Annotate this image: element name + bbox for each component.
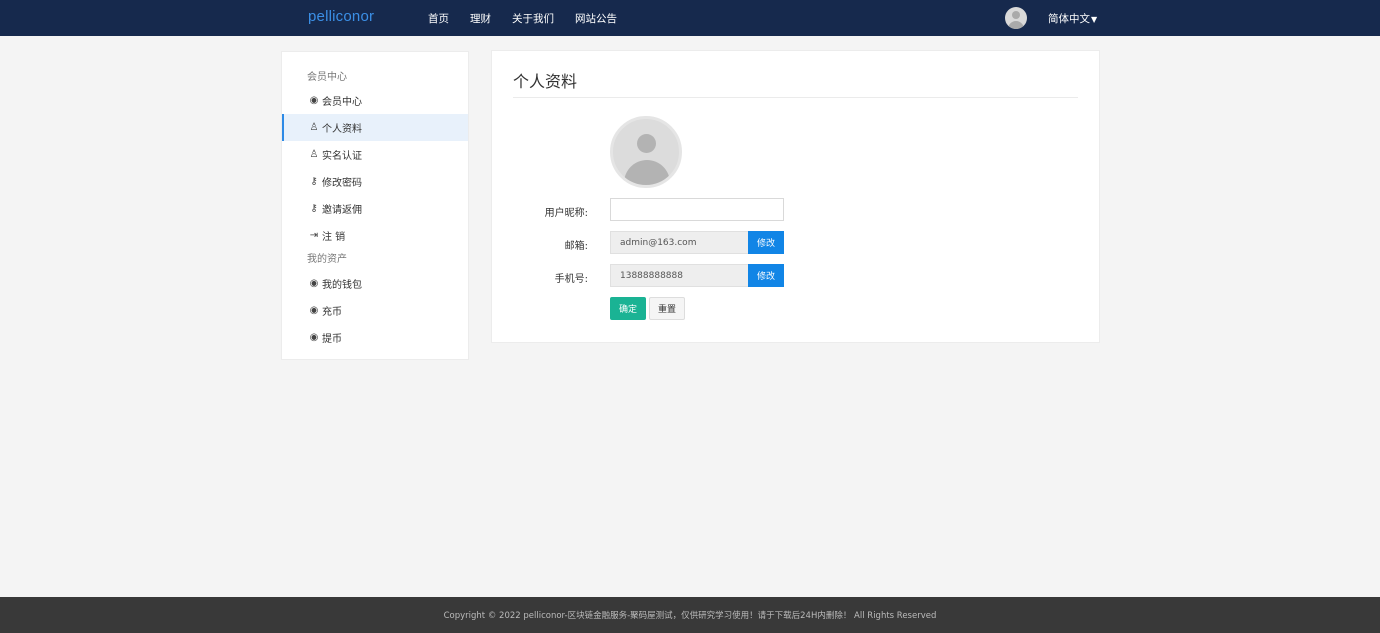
sidebar-item-withdraw[interactable]: ◉ 提币 [282,324,468,351]
nickname-input[interactable] [610,198,784,221]
phone-field: 13888888888 [610,264,749,287]
sidebar-item-label: 实名认证 [322,151,362,162]
sidebar-item-invite-rebate[interactable]: ⚷ 邀请返佣 [282,195,468,222]
modify-email-button[interactable]: 修改 [748,231,784,254]
brand-logo[interactable]: pelliconor [308,8,374,25]
language-label: 简体中文 [1048,13,1090,25]
sidebar-group-member-center: 会员中心 [307,72,347,83]
avatar-body-shape [1008,21,1024,29]
sidebar-item-label: 充币 [322,307,342,318]
phone-label: 手机号: [554,274,588,285]
modify-phone-button[interactable]: 修改 [748,264,784,287]
header-avatar[interactable] [1005,7,1027,29]
nav-home[interactable]: 首页 [428,11,449,26]
profile-avatar[interactable] [610,116,682,188]
sidebar-item-label: 会员中心 [322,97,362,108]
main-nav: 首页 理财 关于我们 网站公告 [428,11,638,26]
sidebar-item-label: 修改密码 [322,178,362,189]
sidebar-item-logout[interactable]: ⇥ 注 销 [282,222,468,249]
sidebar-group-my-assets: 我的资产 [307,254,347,265]
sidebar-item-verification[interactable]: ♙ 实名认证 [282,141,468,168]
top-navbar: pelliconor 首页 理财 关于我们 网站公告 简体中文▼ [0,0,1380,36]
user-circle-icon: ◉ [309,95,319,106]
sign-out-icon: ⇥ [309,230,319,241]
language-selector[interactable]: 简体中文▼ [1048,11,1097,26]
reset-button[interactable]: 重置 [649,297,685,320]
nav-about[interactable]: 关于我们 [512,11,554,26]
profile-panel: 个人资料 用户昵称: 邮箱: admin@163.com 修改 手机号: 138… [491,50,1100,343]
avatar-body-shape [624,160,670,185]
nav-announcements[interactable]: 网站公告 [575,11,617,26]
email-label: 邮箱: [564,241,588,252]
sidebar-item-profile[interactable]: ♙ 个人资料 [282,114,468,141]
sidebar-item-wallet[interactable]: ◉ 我的钱包 [282,270,468,297]
nickname-label: 用户昵称: [544,208,588,219]
sidebar-item-label: 注 销 [322,232,346,243]
confirm-button[interactable]: 确定 [610,297,646,320]
avatar-head-shape [637,134,656,153]
key-icon: ⚷ [310,176,318,187]
footer-copyright: Copyright © 2022 pelliconor-区块链金融服务-聚码屋测… [443,611,937,621]
nav-finance[interactable]: 理财 [470,11,491,26]
sidebar-item-change-password[interactable]: ⚷ 修改密码 [282,168,468,195]
avatar-head-shape [1012,11,1020,19]
email-field: admin@163.com [610,231,749,254]
page-title: 个人资料 [513,72,578,91]
user-outline-icon: ♙ [309,149,319,160]
caret-down-icon: ▼ [1091,15,1098,24]
user-outline-icon: ♙ [309,122,319,133]
sidebar-item-deposit[interactable]: ◉ 充币 [282,297,468,324]
footer: Copyright © 2022 pelliconor-区块链金融服务-聚码屋测… [0,597,1380,633]
sidebar-item-label: 邀请返佣 [322,205,362,216]
user-circle-icon: ◉ [309,305,319,316]
sidebar-item-label: 提币 [322,334,342,345]
user-circle-icon: ◉ [309,332,319,343]
sidebar-item-label: 个人资料 [322,124,362,135]
sidebar-item-label: 我的钱包 [322,280,362,291]
title-divider [513,97,1078,98]
sidebar-item-member-center[interactable]: ◉ 会员中心 [282,87,468,114]
member-sidebar: 会员中心 ◉ 会员中心 ♙ 个人资料 ♙ 实名认证 ⚷ 修改密码 ⚷ 邀请返佣 … [281,51,469,360]
key-icon: ⚷ [310,203,318,214]
user-circle-icon: ◉ [309,278,319,289]
